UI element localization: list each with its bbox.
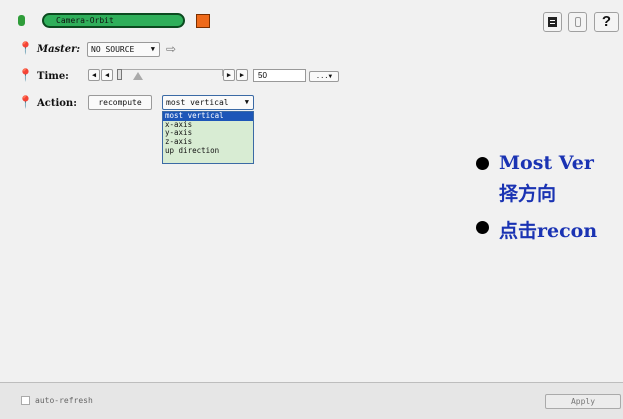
apply-label: Apply: [570, 397, 596, 406]
panel-footer: auto-refresh Apply: [0, 382, 623, 419]
panel-layout-button[interactable]: [543, 12, 562, 32]
time-options-label: ...: [315, 72, 329, 80]
chevron-down-icon: ▼: [328, 73, 333, 80]
panel-icon: [548, 17, 557, 27]
first-frame-button[interactable]: ◀: [88, 69, 100, 81]
time-value: 50: [258, 71, 267, 80]
module-color-swatch[interactable]: [196, 14, 210, 28]
pin-icon[interactable]: 📍: [18, 68, 33, 82]
action-label: Action:: [37, 98, 77, 109]
note-line-1: Most Ver: [499, 152, 594, 174]
pin-icon[interactable]: 📍: [18, 41, 33, 55]
lock-icon: [575, 17, 581, 27]
help-button[interactable]: ?: [594, 12, 619, 32]
chevron-down-icon: ▼: [244, 98, 249, 106]
connect-arrow-icon[interactable]: ⇨: [166, 43, 176, 55]
action-select[interactable]: most vertical ▼: [162, 95, 254, 110]
module-name-pill[interactable]: Camera-Orbit: [42, 13, 185, 28]
dropdown-option[interactable]: up direction: [163, 146, 253, 156]
chevron-down-icon: ▼: [150, 45, 155, 53]
bullet-icon: [476, 157, 489, 170]
note-line-2: 点击recon: [499, 216, 597, 243]
cylinder-icon: [18, 15, 25, 26]
slider-handle[interactable]: [117, 69, 122, 80]
action-select-value: most vertical: [166, 98, 229, 107]
help-icon: ?: [601, 13, 612, 30]
last-frame-button[interactable]: ▶: [236, 69, 248, 81]
note-line-2-bold: recon: [537, 220, 598, 242]
bullet-icon: [476, 221, 489, 234]
apply-button[interactable]: Apply: [545, 394, 621, 409]
lock-button[interactable]: [568, 12, 587, 32]
recompute-button[interactable]: recompute: [88, 95, 152, 110]
note-line-2-prefix: 点击: [499, 220, 538, 242]
module-panel: Camera-Orbit ? 📍 Master: NO SOURCE ▼ ⇨ 📍…: [0, 0, 623, 419]
master-select[interactable]: NO SOURCE ▼: [87, 42, 160, 57]
time-label: Time:: [37, 71, 69, 82]
slider-marker-icon: [133, 72, 143, 80]
auto-refresh-label: auto-refresh: [35, 396, 93, 405]
action-dropdown-list: most vertical x-axis y-axis z-axis up di…: [162, 111, 254, 164]
panel-icon-line: [550, 20, 555, 21]
note-line-1-cont: 择方向: [499, 183, 557, 205]
time-value-field[interactable]: 50: [253, 69, 306, 82]
prev-frame-button[interactable]: ◀: [101, 69, 113, 81]
master-value: NO SOURCE: [91, 45, 135, 54]
pin-icon[interactable]: 📍: [18, 95, 33, 109]
time-slider-track[interactable]: [117, 69, 223, 81]
module-name: Camera-Orbit: [56, 16, 114, 25]
panel-icon-line: [550, 23, 555, 24]
auto-refresh-checkbox[interactable]: [21, 396, 30, 405]
master-label: Master:: [37, 44, 81, 55]
next-frame-button[interactable]: ▶: [223, 69, 235, 81]
time-options-button[interactable]: ...▼: [309, 71, 339, 82]
